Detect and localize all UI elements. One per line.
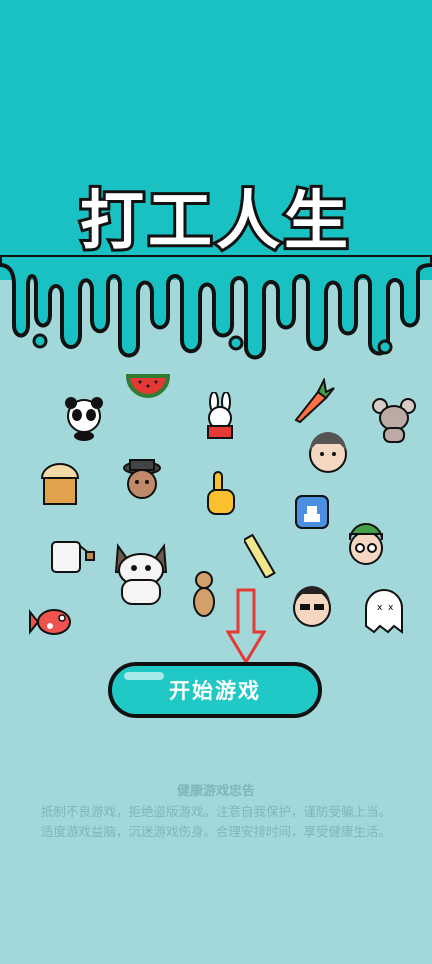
health-notice-line-1: 抵制不良游戏，拒绝盗版游戏。注意自我保护，谨防受骗上当。	[40, 804, 391, 819]
red-arrow-icon	[226, 588, 266, 664]
game-title: 打工人生	[77, 182, 352, 262]
svg-text:x: x	[388, 603, 394, 613]
watermelon-icon	[125, 372, 171, 402]
rabbit-icon	[196, 391, 244, 440]
old-man-icon	[304, 430, 352, 478]
man-sunglasses-icon	[288, 582, 336, 630]
drip-decoration	[0, 255, 432, 360]
health-notice-line-2: 适度游戏益脑，沉迷游戏伤身。合理安排时间，享受健康生活。	[40, 824, 391, 839]
green-cap-boy-icon	[342, 520, 390, 568]
fish-icon	[28, 598, 76, 646]
panda-icon	[60, 394, 108, 442]
svg-text:x: x	[377, 603, 383, 613]
health-notice-title: 健康游戏忠告	[176, 784, 255, 799]
ruler-icon	[242, 533, 276, 580]
ice-block-icon	[294, 494, 330, 530]
tea-bag-icon	[48, 532, 96, 580]
ghost-icon: xx	[362, 584, 406, 636]
carrot-icon	[288, 376, 336, 426]
cat-icon	[110, 542, 172, 606]
mouse-icon	[370, 396, 418, 444]
pointing-hand-icon	[198, 470, 246, 518]
cake-cup-icon	[36, 458, 84, 506]
meerkat-icon	[188, 570, 220, 618]
man-hat-icon	[118, 456, 166, 504]
start-game-button[interactable]: 开始游戏	[108, 662, 322, 718]
